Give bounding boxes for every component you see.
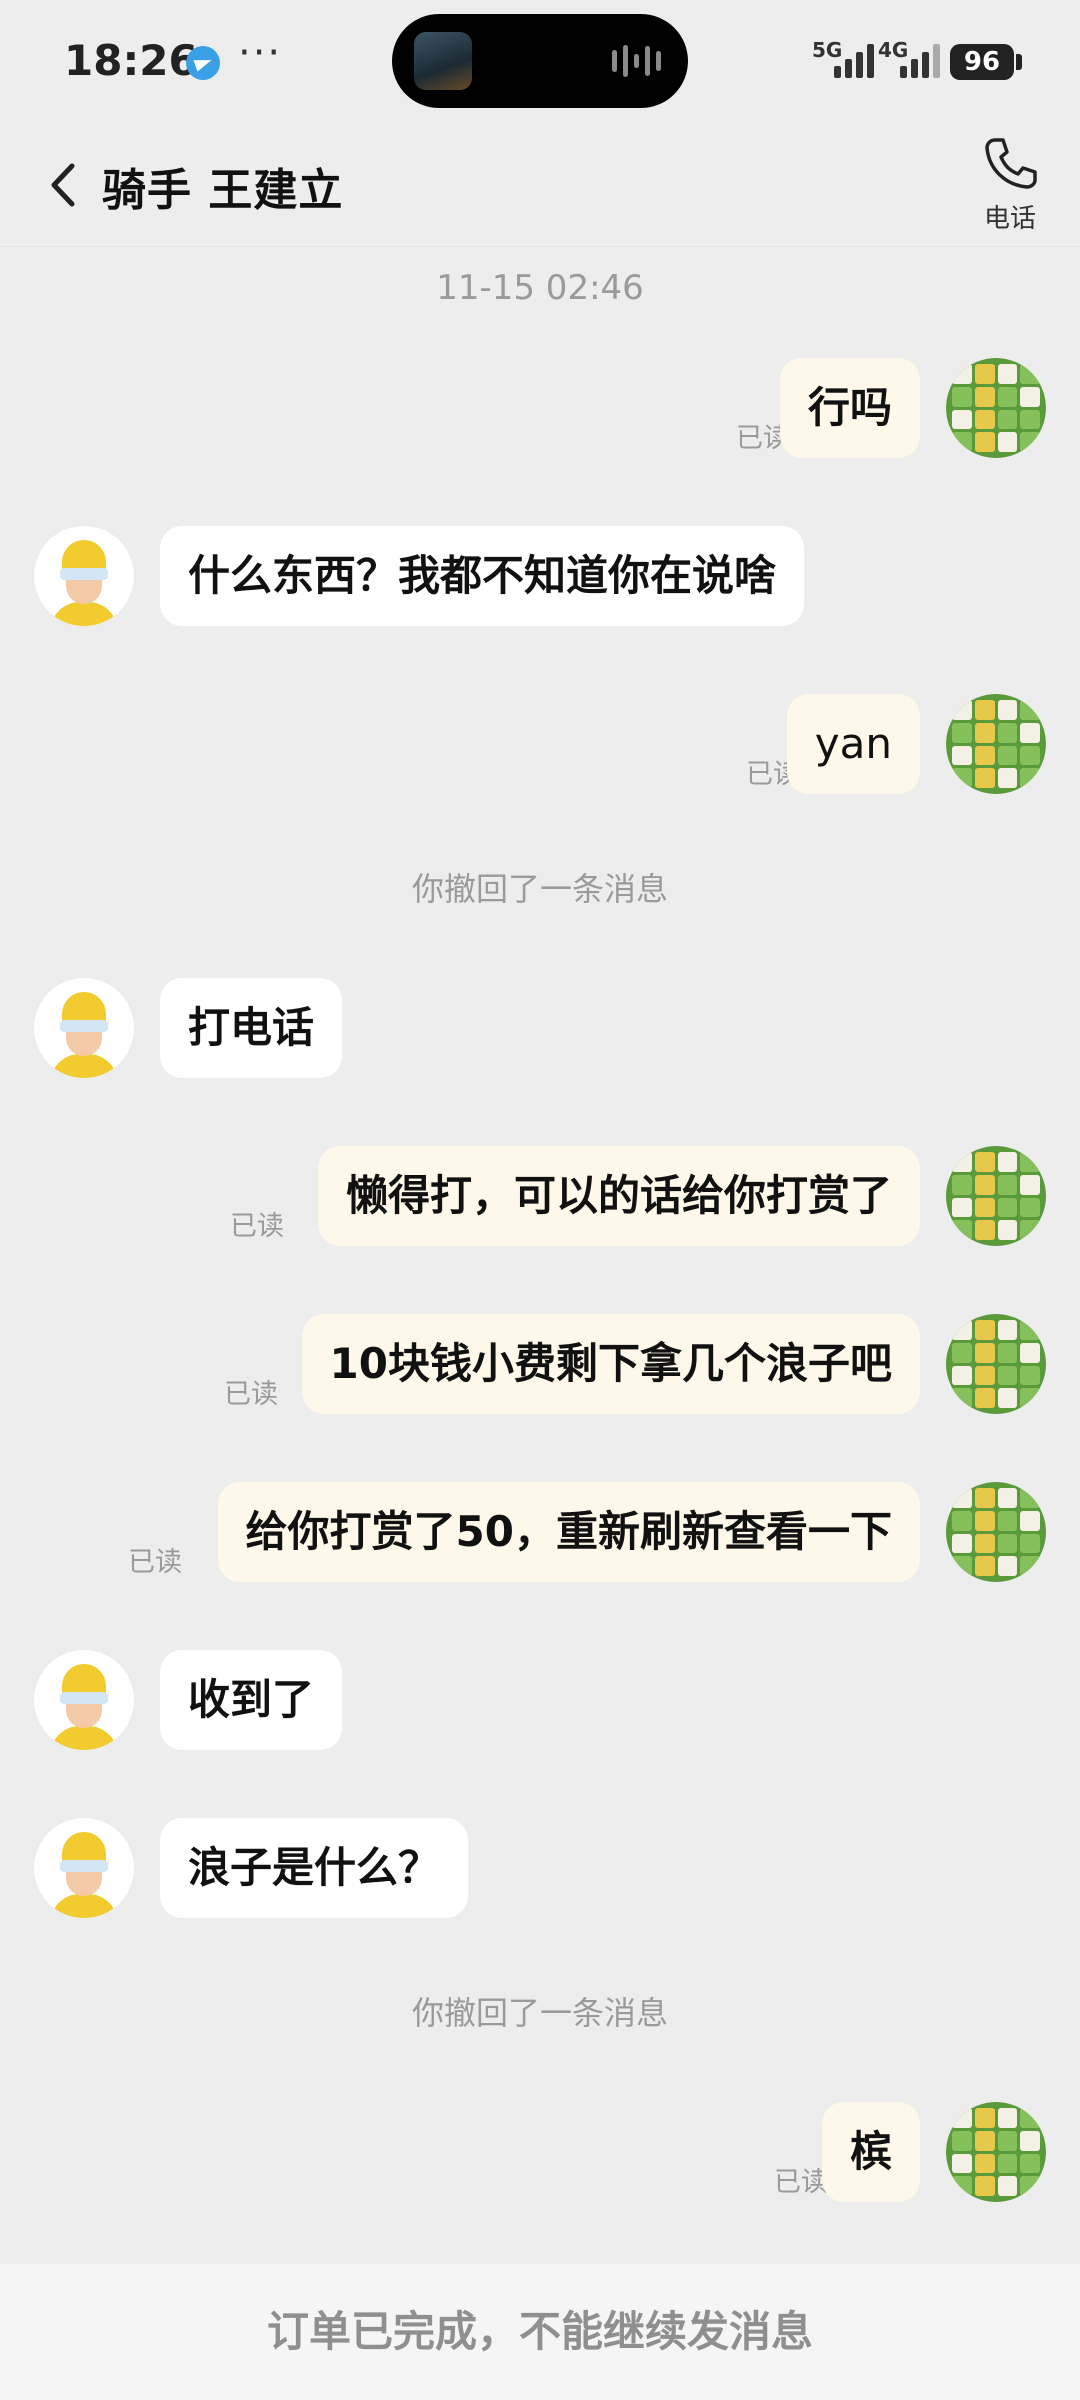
read-receipt: 已读 [774, 2167, 828, 2198]
message-bubble-self[interactable]: 给你打赏了50，重新刷新查看一下 [217, 1482, 920, 1582]
message-bubble-self[interactable]: 懒得打，可以的话给你打赏了 [317, 1146, 920, 1246]
message-row: 打电话 [0, 978, 1080, 1082]
read-receipt: 已读 [128, 1547, 182, 1578]
battery-icon: 96 [950, 44, 1014, 80]
self-avatar[interactable] [946, 2102, 1046, 2202]
telegram-icon [186, 46, 220, 80]
rider-avatar[interactable] [34, 526, 134, 626]
message-bubble-self[interactable]: yan [786, 694, 920, 794]
read-receipt: 已读 [224, 1379, 278, 1410]
message-row: 浪子是什么？ [0, 1818, 1080, 1922]
message-bubble-other[interactable]: 浪子是什么？ [160, 1818, 469, 1918]
back-arrow-icon[interactable] [42, 160, 86, 210]
call-button[interactable]: 电话 [972, 134, 1048, 244]
dynamic-island[interactable] [392, 14, 688, 108]
phone-icon [985, 138, 1037, 189]
chat-title: 骑手 王建立 [102, 165, 344, 216]
more-notifications-icon: ··· [238, 30, 283, 76]
self-avatar[interactable] [946, 1314, 1046, 1414]
status-time: 18:26 [64, 36, 198, 85]
message-bubble-self[interactable]: 行吗 [779, 358, 920, 458]
message-row: 已读 槟 [0, 2102, 1080, 2206]
chat-header: 骑手 王建立 电话 [0, 126, 1080, 247]
message-row: 收到了 [0, 1650, 1080, 1754]
self-avatar[interactable] [946, 694, 1046, 794]
status-bar: 18:26 ··· 5G 4G 96 [0, 0, 1080, 126]
self-avatar[interactable] [946, 358, 1046, 458]
rider-avatar[interactable] [34, 1650, 134, 1750]
message-timestamp: 11-15 02:46 [436, 268, 644, 308]
message-row: 已读 给你打赏了50，重新刷新查看一下 [0, 1482, 1080, 1586]
read-receipt: 已读 [230, 1211, 284, 1242]
self-avatar[interactable] [946, 1146, 1046, 1246]
message-row: 已读 懒得打，可以的话给你打赏了 [0, 1146, 1080, 1250]
call-label: 电话 [983, 204, 1036, 234]
message-bubble-self[interactable]: 10块钱小费剩下拿几个浪子吧 [301, 1314, 920, 1414]
self-avatar[interactable] [946, 1482, 1046, 1582]
audio-wave-icon [612, 44, 662, 78]
signal-4g-icon [900, 44, 940, 78]
rider-avatar[interactable] [34, 1818, 134, 1918]
message-bubble-self[interactable]: 槟 [821, 2102, 920, 2202]
rider-avatar[interactable] [34, 978, 134, 1078]
chat-closed-notice: 订单已完成，不能继续发消息 [0, 2264, 1080, 2400]
message-row: 已读 yan [0, 694, 1080, 798]
message-row: 已读 10块钱小费剩下拿几个浪子吧 [0, 1314, 1080, 1418]
signal-5g-icon [834, 44, 874, 78]
message-row: 已读 行吗 [0, 358, 1080, 462]
message-row: 什么东西？我都不知道你在说啥 [0, 526, 1080, 630]
message-bubble-other[interactable]: 什么东西？我都不知道你在说啥 [160, 526, 805, 626]
message-bubble-other[interactable]: 收到了 [160, 1650, 343, 1750]
recall-notice: 你撤回了一条消息 [411, 1994, 668, 2032]
battery-tip [1016, 54, 1022, 70]
media-artwork [414, 32, 472, 90]
message-bubble-other[interactable]: 打电话 [160, 978, 343, 1078]
recall-notice: 你撤回了一条消息 [411, 870, 668, 908]
